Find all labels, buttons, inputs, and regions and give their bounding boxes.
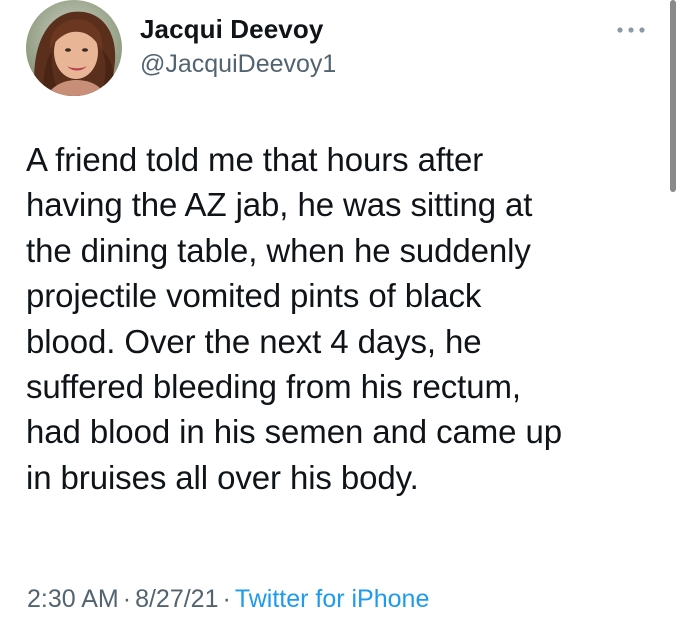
display-name[interactable]: Jacqui Deevoy [140, 14, 323, 45]
avatar-image [26, 0, 122, 96]
meta-separator: · [222, 585, 231, 613]
avatar[interactable] [26, 0, 122, 96]
tweet-time[interactable]: 2:30 AM [27, 585, 119, 613]
more-options-icon[interactable] [613, 22, 649, 38]
tweet-text: A friend told me that hours after having… [26, 141, 562, 496]
tweet-card: Jacqui Deevoy @JacquiDeevoy1 A friend to… [0, 0, 680, 640]
tweet-metadata: 2:30 AM · 8/27/21 · Twitter for iPhone [27, 585, 429, 614]
meta-separator: · [122, 585, 132, 613]
username-handle[interactable]: @JacquiDeevoy1 [140, 50, 336, 79]
tweet-date[interactable]: 8/27/21 [135, 585, 218, 613]
scrollbar[interactable] [670, 0, 676, 192]
tweet-source-link[interactable]: Twitter for iPhone [235, 585, 430, 613]
